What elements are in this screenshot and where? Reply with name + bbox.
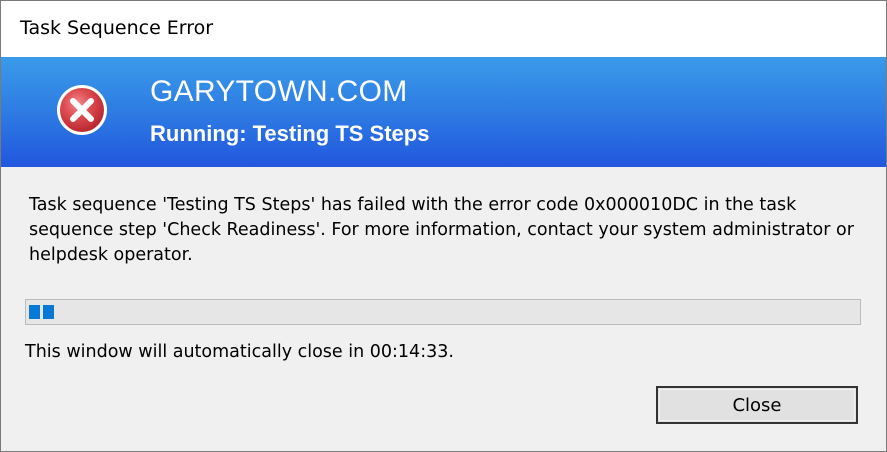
title-bar[interactable]: Task Sequence Error: [1, 1, 886, 57]
running-status: Running: Testing TS Steps: [150, 121, 430, 146]
close-button[interactable]: Close: [656, 386, 858, 424]
progress-segment: [29, 305, 40, 319]
error-icon: [57, 85, 107, 135]
header-banner: GARYTOWN.COM Running: Testing TS Steps: [1, 57, 886, 167]
error-message: Task sequence 'Testing TS Steps' has fai…: [29, 195, 854, 265]
brand-title: GARYTOWN.COM: [150, 75, 408, 108]
progress-fill: [29, 305, 54, 319]
progress-segment: [43, 305, 54, 319]
auto-close-countdown: This window will automatically close in …: [25, 342, 454, 362]
window-title: Task Sequence Error: [20, 17, 214, 39]
task-sequence-error-dialog: Task Sequence Error GARYTOWN.COM Running…: [0, 0, 887, 452]
progress-bar: [25, 299, 861, 325]
